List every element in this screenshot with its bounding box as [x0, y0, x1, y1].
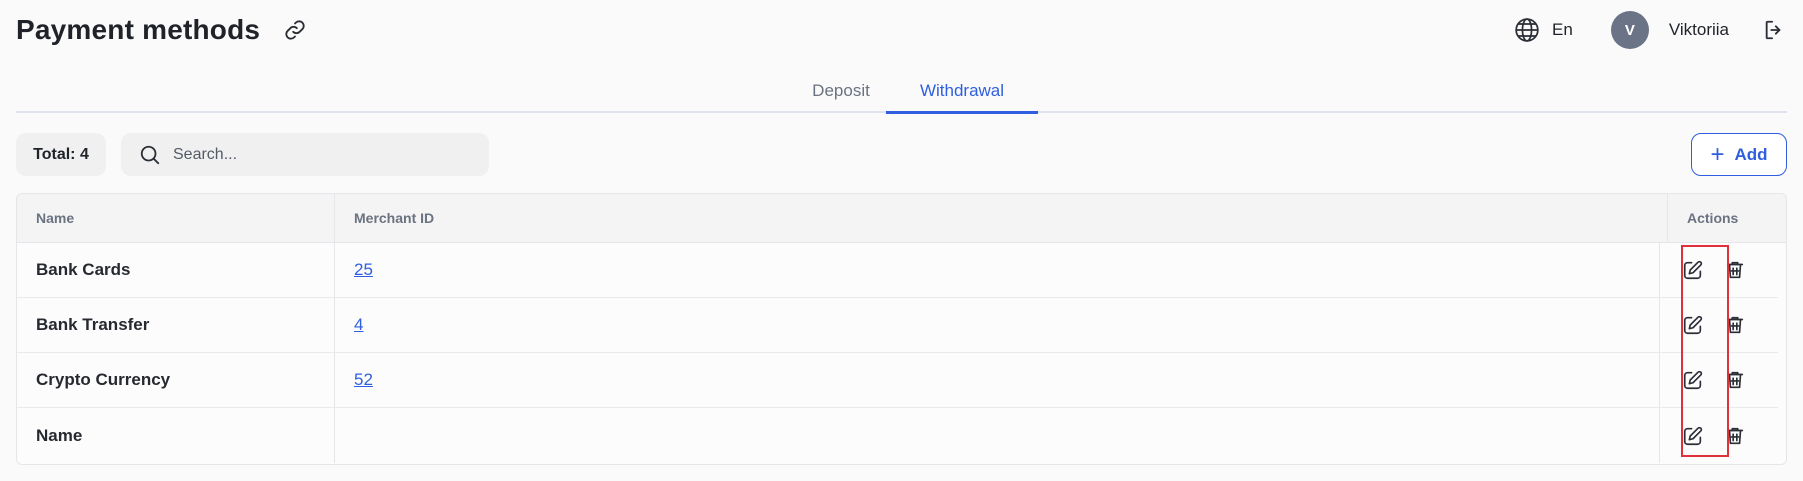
- table-row: Bank Transfer 4: [17, 298, 1786, 353]
- cell-name: Crypto Currency: [17, 353, 335, 407]
- delete-icon[interactable]: [1722, 423, 1748, 449]
- search-box: [121, 133, 489, 176]
- table-row: Crypto Currency 52: [17, 353, 1786, 408]
- total-count: Total: 4: [16, 133, 106, 176]
- table-row: Name: [17, 408, 1786, 463]
- link-icon[interactable]: [282, 17, 308, 43]
- logout-icon[interactable]: [1761, 17, 1787, 43]
- cell-name: Bank Cards: [17, 243, 335, 297]
- username: Viktoriia: [1668, 20, 1729, 39]
- page-header: Payment methods En V Viktoriia: [16, 0, 1787, 60]
- column-header-actions: Actions: [1687, 210, 1739, 226]
- row-actions: [1660, 408, 1778, 463]
- plus-icon: +: [1710, 140, 1725, 168]
- header-right: En V Viktoriia: [1514, 11, 1787, 49]
- payment-methods-table: Name Merchant ID Actions Bank Cards 25 B…: [16, 193, 1787, 465]
- add-button[interactable]: + Add: [1691, 133, 1787, 176]
- search-input[interactable]: [173, 145, 473, 164]
- edit-icon[interactable]: [1680, 423, 1706, 449]
- language-switcher[interactable]: En: [1514, 17, 1573, 43]
- tabs: Deposit Withdrawal: [16, 70, 1787, 114]
- merchant-id-link[interactable]: 52: [354, 370, 373, 390]
- cell-name: Bank Transfer: [17, 298, 335, 352]
- avatar[interactable]: V: [1610, 11, 1649, 49]
- row-actions: [1660, 353, 1778, 407]
- delete-icon[interactable]: [1722, 367, 1748, 393]
- add-button-label: Add: [1734, 144, 1768, 164]
- edit-icon[interactable]: [1680, 257, 1706, 283]
- delete-icon[interactable]: [1722, 257, 1748, 283]
- edit-icon[interactable]: [1680, 312, 1706, 338]
- table-header: Name Merchant ID Actions: [17, 194, 1786, 243]
- table-row: Bank Cards 25: [17, 243, 1786, 298]
- delete-icon[interactable]: [1722, 312, 1748, 338]
- page-title: Payment methods: [16, 14, 261, 45]
- row-actions: [1660, 243, 1778, 297]
- language-label: En: [1552, 20, 1573, 39]
- column-header-merchant-id[interactable]: Merchant ID: [335, 194, 1668, 242]
- globe-icon: [1515, 18, 1539, 42]
- merchant-id-link[interactable]: 25: [354, 260, 373, 280]
- column-header-name[interactable]: Name: [17, 194, 335, 242]
- tab-withdrawal[interactable]: Withdrawal: [886, 70, 1038, 114]
- edit-icon[interactable]: [1680, 367, 1706, 393]
- merchant-id-link[interactable]: 4: [354, 315, 363, 335]
- search-icon: [140, 145, 160, 164]
- row-actions: [1660, 298, 1778, 352]
- payment-methods-page: Payment methods En V Viktoriia Deposit W…: [0, 0, 1803, 481]
- cell-name: Name: [17, 408, 335, 463]
